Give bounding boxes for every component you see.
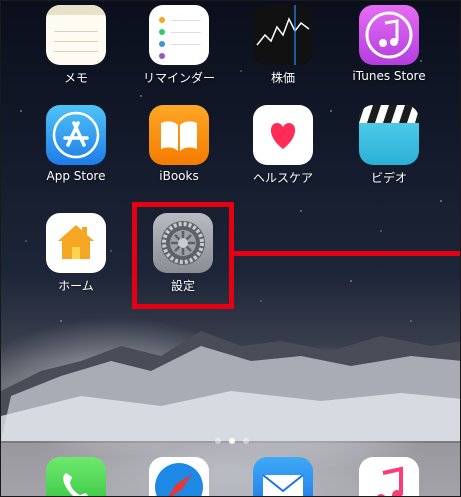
notes-icon [46, 5, 106, 65]
ibooks-icon [149, 105, 209, 165]
dock-music[interactable] [349, 457, 429, 496]
itunes-store-icon [359, 5, 419, 65]
phone-icon [46, 457, 106, 496]
app-notes[interactable]: メモ [36, 5, 116, 86]
app-label: ビデオ [370, 171, 407, 185]
app-reminders[interactable]: リマインダー [139, 5, 219, 86]
ios-home-screen: メモ リマインダー 株価 iTunes Store App Store iBoo… [0, 0, 461, 497]
app-stocks[interactable]: 株価 [243, 5, 323, 86]
app-home[interactable]: ホーム [36, 213, 116, 294]
app-label: ヘルスケア [252, 171, 313, 185]
app-label: リマインダー [142, 71, 215, 85]
app-itunes-store[interactable]: iTunes Store [349, 5, 429, 83]
app-label: ホーム [58, 279, 94, 293]
home-app-icon [46, 213, 106, 273]
dock-phone[interactable] [36, 457, 116, 496]
dock-safari[interactable] [139, 457, 219, 496]
settings-callout-line [234, 251, 460, 256]
health-icon [253, 105, 313, 165]
mountain-wallpaper [1, 331, 460, 441]
app-label: iTunes Store [352, 69, 426, 83]
dock-mail[interactable] [243, 457, 323, 496]
app-health[interactable]: ヘルスケア [243, 105, 323, 186]
settings-highlight-box [132, 202, 234, 309]
mail-icon [253, 457, 313, 496]
app-videos[interactable]: ビデオ [349, 105, 429, 186]
dock [1, 443, 460, 496]
app-ibooks[interactable]: iBooks [139, 105, 219, 183]
app-label: App Store [46, 169, 106, 183]
app-label: iBooks [159, 169, 199, 183]
app-app-store[interactable]: App Store [36, 105, 116, 183]
app-store-icon [46, 105, 106, 165]
reminders-icon [149, 5, 209, 65]
stocks-icon [253, 5, 313, 65]
app-label: メモ [63, 71, 88, 85]
music-icon [359, 457, 419, 496]
videos-icon [359, 105, 419, 165]
safari-icon [149, 457, 209, 496]
app-label: 株価 [270, 71, 295, 85]
